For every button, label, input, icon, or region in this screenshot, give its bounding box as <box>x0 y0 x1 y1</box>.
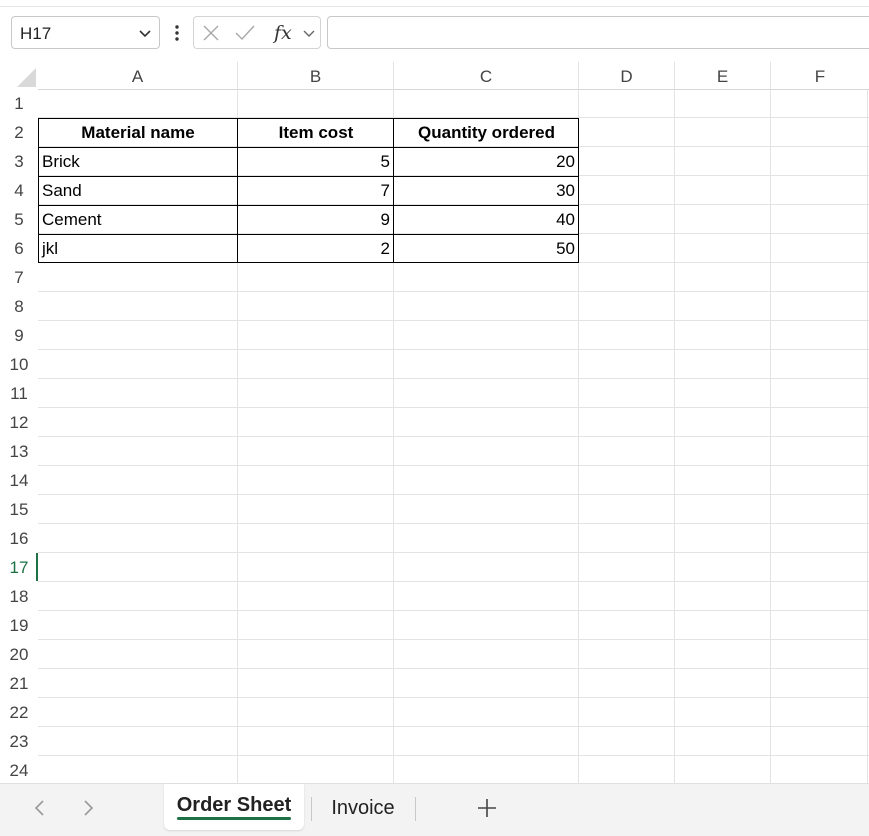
formula-controls: fx <box>193 16 321 49</box>
column-header-c[interactable]: C <box>394 62 579 89</box>
row-header[interactable]: 7 <box>0 263 38 292</box>
row-header[interactable]: 21 <box>0 669 38 698</box>
cancel-x-icon[interactable] <box>202 24 220 42</box>
name-box-value: H17 <box>20 24 52 43</box>
tab-separator <box>311 797 312 821</box>
name-box[interactable]: H17 <box>11 16 160 49</box>
table-cell[interactable]: Brick <box>38 147 238 176</box>
table-header-cell[interactable]: Item cost <box>238 118 394 147</box>
table-header-cell[interactable]: Quantity ordered <box>394 118 579 147</box>
more-vertical-icon[interactable] <box>172 22 182 44</box>
table-cell[interactable]: jkl <box>38 234 238 263</box>
sheet-tab-bar: Order Sheet Invoice <box>0 783 869 836</box>
tab-label: Invoice <box>331 797 395 819</box>
tab-separator <box>415 797 416 821</box>
tab-order-sheet[interactable]: Order Sheet <box>164 784 304 830</box>
cell-grid[interactable]: Material name Item cost Quantity ordered… <box>38 89 869 783</box>
fx-icon[interactable]: fx <box>272 20 298 46</box>
row-header-selected[interactable]: 17 <box>0 553 38 582</box>
table-cell[interactable]: 5 <box>238 147 394 176</box>
table-cell[interactable]: Cement <box>38 205 238 234</box>
row-header[interactable]: 23 <box>0 727 38 756</box>
table-cell[interactable]: Sand <box>38 176 238 205</box>
row-header[interactable]: 11 <box>0 379 38 408</box>
chevron-down-icon[interactable] <box>137 25 153 41</box>
table-header-cell[interactable]: Material name <box>38 118 238 147</box>
row-header[interactable]: 3 <box>0 147 38 176</box>
column-header-a[interactable]: A <box>38 62 238 89</box>
row-header[interactable]: 18 <box>0 582 38 611</box>
row-header[interactable]: 19 <box>0 611 38 640</box>
table-cell[interactable]: 50 <box>394 234 579 263</box>
select-all-corner[interactable] <box>0 62 38 89</box>
column-headers: A B C D E F <box>38 62 869 90</box>
table-cell[interactable]: 9 <box>238 205 394 234</box>
column-header-b[interactable]: B <box>238 62 394 89</box>
chevron-right-icon[interactable] <box>78 798 98 818</box>
table-cell[interactable]: 2 <box>238 234 394 263</box>
column-header-e[interactable]: E <box>675 62 771 89</box>
row-header[interactable]: 20 <box>0 640 38 669</box>
row-header[interactable]: 24 <box>0 756 38 785</box>
row-header[interactable]: 1 <box>0 89 38 118</box>
window-top-edge <box>0 0 869 7</box>
svg-text:fx: fx <box>272 22 292 44</box>
formula-input[interactable] <box>327 16 869 49</box>
chevron-left-icon[interactable] <box>30 798 50 818</box>
active-tab-underline <box>177 817 291 820</box>
row-header[interactable]: 6 <box>0 234 38 263</box>
chevron-down-icon[interactable] <box>302 26 316 40</box>
plus-icon[interactable] <box>475 796 499 820</box>
row-header[interactable]: 10 <box>0 350 38 379</box>
table-cell[interactable]: 30 <box>394 176 579 205</box>
row-header[interactable]: 12 <box>0 408 38 437</box>
tab-invoice[interactable]: Invoice <box>314 784 412 830</box>
table-cell[interactable]: 40 <box>394 205 579 234</box>
row-header[interactable]: 16 <box>0 524 38 553</box>
check-icon[interactable] <box>234 24 256 42</box>
row-header[interactable]: 13 <box>0 437 38 466</box>
row-header[interactable]: 4 <box>0 176 38 205</box>
row-header[interactable]: 15 <box>0 495 38 524</box>
row-header[interactable]: 9 <box>0 321 38 350</box>
tab-label: Order Sheet <box>176 794 292 816</box>
row-header[interactable]: 5 <box>0 205 38 234</box>
column-header-f[interactable]: F <box>771 62 869 89</box>
row-header[interactable]: 8 <box>0 292 38 321</box>
table-cell[interactable]: 20 <box>394 147 579 176</box>
table-cell[interactable]: 7 <box>238 176 394 205</box>
row-header[interactable]: 14 <box>0 466 38 495</box>
row-header[interactable]: 22 <box>0 698 38 727</box>
column-header-d[interactable]: D <box>579 62 675 89</box>
row-header[interactable]: 2 <box>0 118 38 147</box>
